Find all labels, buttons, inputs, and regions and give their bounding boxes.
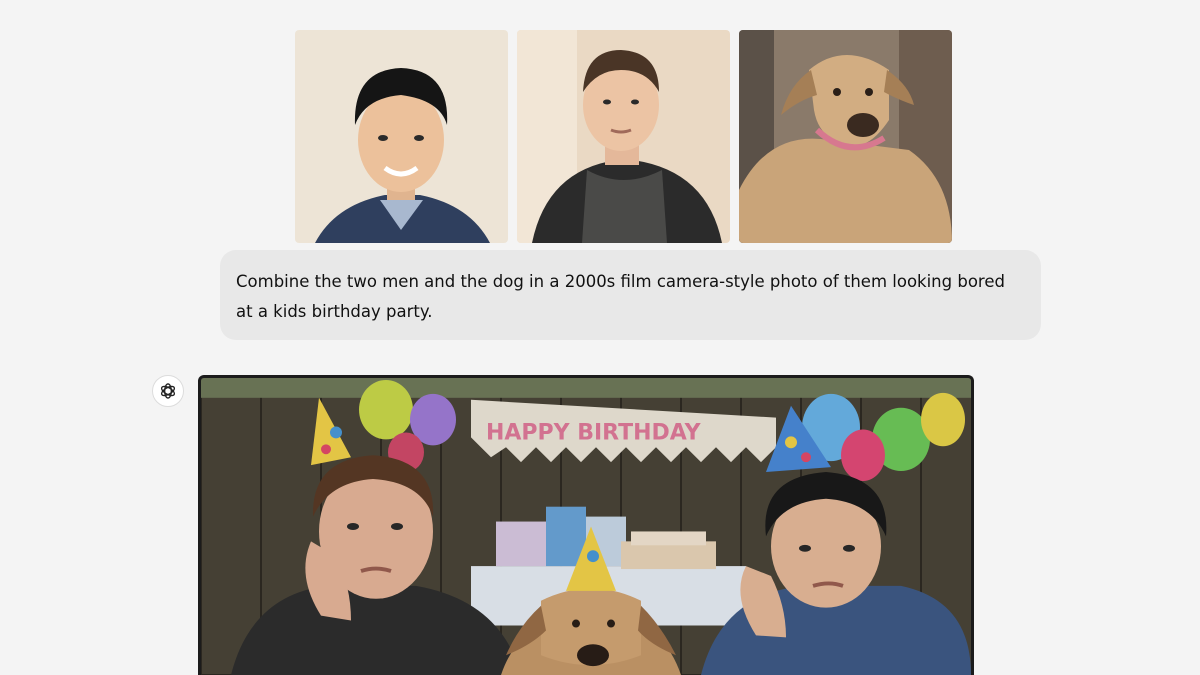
assistant-avatar (152, 375, 184, 407)
openai-logo-icon (160, 383, 176, 399)
attachment-man-1[interactable] (295, 30, 508, 243)
user-message-bubble: Combine the two men and the dog in a 200… (220, 250, 1041, 340)
man-1-photo (295, 30, 508, 243)
birthday-party-photo: HAPPY BIRTHDAY (201, 378, 971, 675)
dog-photo (739, 30, 952, 243)
user-message-text: Combine the two men and the dog in a 200… (236, 272, 1005, 321)
attachment-man-2[interactable] (517, 30, 730, 243)
user-attachments (295, 30, 952, 243)
attachment-dog[interactable] (739, 30, 952, 243)
generated-image[interactable]: HAPPY BIRTHDAY (198, 375, 974, 675)
man-2-photo (517, 30, 730, 243)
